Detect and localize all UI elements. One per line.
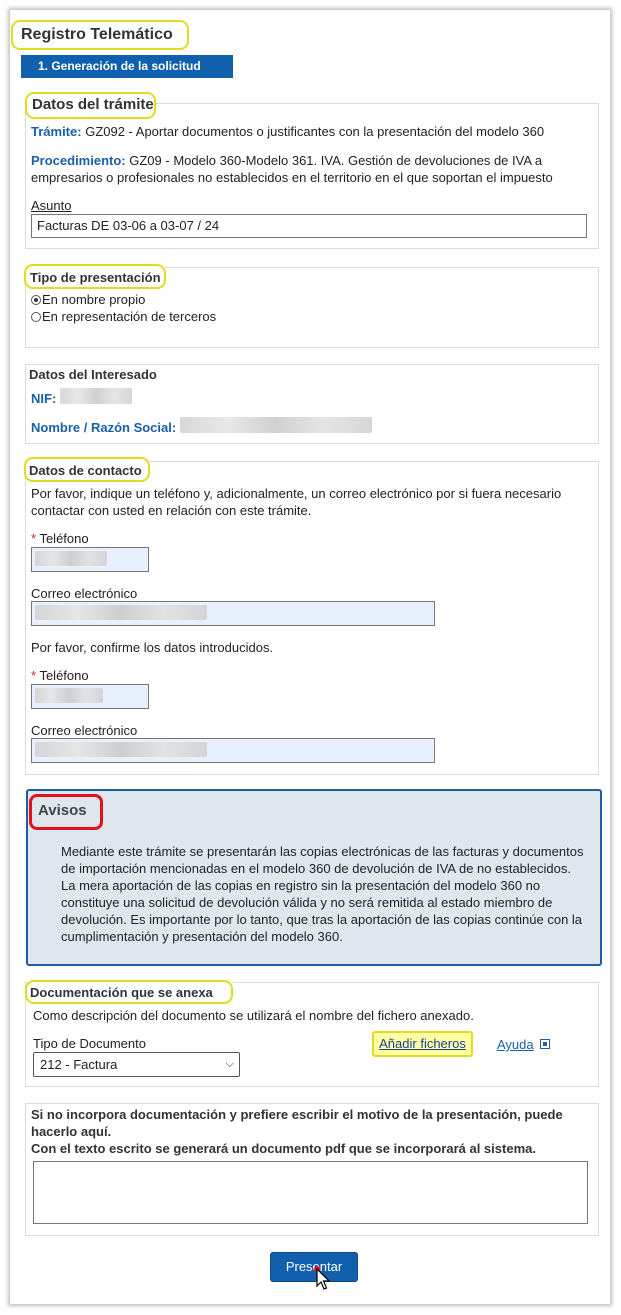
add-files-button[interactable]: Añadir ficheros: [372, 1031, 473, 1057]
telefono-confirm-label: * Teléfono: [31, 667, 89, 684]
telefono-redacted: [35, 551, 107, 566]
contacto-section-title: Datos de contacto: [29, 463, 142, 478]
motivo-line-1: Si no incorpora documentación y prefiere…: [31, 1107, 563, 1122]
required-mark: *: [31, 668, 37, 683]
motivo-textarea[interactable]: [33, 1161, 588, 1224]
asunto-input[interactable]: Facturas DE 03-06 a 03-07 / 24: [31, 214, 587, 238]
tipo-documento-label: Tipo de Documento: [33, 1036, 146, 1051]
presentacion-section-title: Tipo de presentación: [30, 270, 161, 285]
radio-unselected-icon[interactable]: [31, 312, 41, 322]
external-link-icon: [540, 1039, 551, 1049]
correo-confirm-label: Correo electrónico: [31, 723, 138, 738]
tramite-line: Trámite: GZ092 - Aportar documentos o ju…: [31, 123, 544, 140]
help-link-wrap[interactable]: Ayuda: [497, 1036, 551, 1053]
required-mark: *: [31, 531, 37, 546]
procedimiento-value-1: GZ09 - Modelo 360-Modelo 361. IVA. Gesti…: [129, 153, 543, 168]
correo-confirm-redacted: [35, 742, 207, 757]
avisos-line-2: de importación mencionadas en el modelo …: [61, 861, 571, 876]
tramite-label: Trámite:: [31, 124, 82, 139]
documentacion-description: Como descripción del documento se utiliz…: [33, 1008, 474, 1023]
tipo-documento-value: 212 - Factura: [40, 1057, 118, 1072]
tramite-section-title: Datos del trámite: [32, 96, 154, 113]
radio-label-propio: En nombre propio: [42, 292, 146, 307]
correo-label: Correo electrónico: [31, 586, 138, 601]
contacto-intro-2: contactar con usted en relación con este…: [31, 503, 312, 518]
chevron-down-icon: ⌵: [225, 1058, 234, 1070]
avisos-line-3: La mera aportación de las copias en regi…: [61, 878, 541, 893]
telefono-confirm-redacted: [35, 688, 103, 703]
avisos-title: Avisos: [38, 802, 87, 819]
avisos-line-1: Mediante este trámite se presentarán las…: [61, 844, 584, 859]
step-tab: 1. Generación de la solicitud: [21, 55, 233, 78]
confirm-text: Por favor, confirme los datos introducid…: [31, 640, 274, 655]
contacto-intro-1: Por favor, indique un teléfono y, adicio…: [31, 486, 562, 501]
telefono-label-text: Teléfono: [39, 531, 89, 546]
help-link[interactable]: Ayuda: [497, 1037, 534, 1052]
tramite-value: GZ092 - Aportar documentos o justificant…: [85, 124, 545, 139]
telefono-label: * Teléfono: [31, 530, 89, 547]
avisos-line-6: cumplimentación y presentación del model…: [61, 929, 343, 944]
registration-page: Registro Telemático 1. Generación de la …: [10, 10, 610, 1304]
nif-label: NIF:: [31, 391, 57, 406]
correo-redacted: [35, 605, 207, 620]
avisos-line-4: constituye una solicitud de devolución v…: [61, 895, 553, 910]
radio-label-terceros: En representación de terceros: [42, 309, 217, 324]
radio-representacion[interactable]: En representación de terceros: [31, 308, 216, 325]
radio-nombre-propio[interactable]: En nombre propio: [31, 291, 145, 308]
page-title: Registro Telemático: [21, 26, 173, 43]
procedimiento-value-2: empresarios o profesionales no estableci…: [31, 170, 553, 185]
nif-redacted: [60, 388, 132, 404]
nombre-label: Nombre / Razón Social:: [31, 420, 177, 435]
procedimiento-line: Procedimiento: GZ09 - Modelo 360-Modelo …: [31, 152, 542, 169]
mouse-cursor-icon: [314, 1266, 330, 1290]
motivo-line-3: Con el texto escrito se generará un docu…: [31, 1141, 536, 1156]
radio-selected-icon[interactable]: [31, 295, 41, 305]
nombre-redacted: [180, 417, 372, 433]
interesado-section-title: Datos del Interesado: [29, 367, 157, 382]
tipo-documento-select[interactable]: 212 - Factura ⌵: [33, 1052, 240, 1077]
documentacion-section-title: Documentación que se anexa: [30, 985, 213, 1000]
motivo-line-2: hacerlo aquí.: [31, 1124, 112, 1139]
asunto-label: Asunto: [31, 198, 72, 213]
telefono-confirm-label-text: Teléfono: [39, 668, 89, 683]
avisos-line-5: devolución. Es importante por lo tanto, …: [61, 912, 583, 927]
procedimiento-label: Procedimiento:: [31, 153, 126, 168]
